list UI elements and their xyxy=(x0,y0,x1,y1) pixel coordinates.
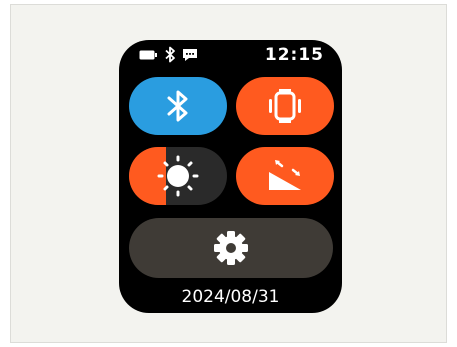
vibration-toggle[interactable] xyxy=(236,77,334,135)
message-icon xyxy=(182,48,198,62)
brightness-slider[interactable] xyxy=(129,147,227,205)
bluetooth-toggle[interactable] xyxy=(129,77,227,135)
bluetooth-icon xyxy=(165,89,191,123)
status-bar: 12:15 xyxy=(119,40,342,70)
battery-icon xyxy=(139,50,157,60)
date-label: 2024/08/31 xyxy=(181,287,280,307)
status-time: 12:15 xyxy=(264,45,324,65)
tilt-angle-icon xyxy=(263,158,307,194)
watch-screen: 12:15 2024/08/31 xyxy=(119,40,342,313)
sun-icon xyxy=(155,153,201,199)
bluetooth-icon xyxy=(164,46,176,63)
screen-angle-toggle[interactable] xyxy=(236,147,334,205)
vibrate-watch-icon xyxy=(265,87,305,125)
settings-button[interactable] xyxy=(129,218,333,278)
gear-icon xyxy=(211,228,251,268)
